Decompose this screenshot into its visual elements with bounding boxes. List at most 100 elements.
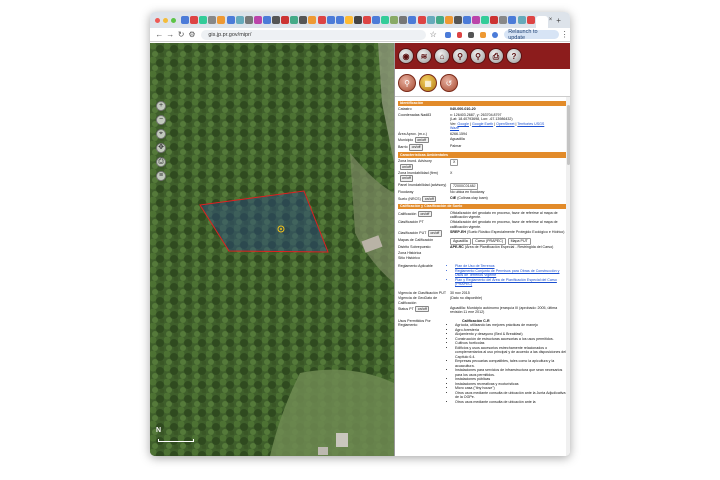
satellite-map[interactable]: + − ⌖ ✥ ⎙ ≡ N [150, 43, 394, 456]
print-map-button[interactable]: ⎙ [156, 157, 166, 167]
tab[interactable] [217, 16, 226, 24]
tab[interactable] [372, 16, 381, 24]
regl-link[interactable]: Plan y Reglamento del Área de Planificac… [455, 278, 567, 287]
profile-icon[interactable] [492, 31, 499, 38]
advisory-toggle[interactable]: on/off [399, 163, 414, 170]
extension-icon[interactable] [468, 31, 475, 38]
tab[interactable] [481, 16, 490, 24]
site-settings-icon[interactable]: ⚙ [186, 30, 197, 39]
tab[interactable] [235, 16, 244, 24]
waze-link[interactable]: Waze [450, 126, 459, 130]
zoom-search-icon[interactable]: ⚲ [470, 48, 486, 64]
extension-icon[interactable] [444, 31, 451, 38]
tab[interactable] [335, 16, 344, 24]
flood-panel-value[interactable]: 72000C0148J [450, 182, 479, 190]
identify-icon[interactable]: ⚲ [398, 73, 416, 92]
close-window-button[interactable] [155, 17, 160, 23]
tab[interactable] [408, 16, 417, 24]
tab[interactable] [317, 16, 326, 24]
layers-button[interactable]: ≡ [156, 171, 166, 181]
tab[interactable] [344, 16, 353, 24]
minimize-window-button[interactable] [163, 17, 168, 23]
tab[interactable] [208, 16, 217, 24]
tab[interactable] [499, 16, 508, 24]
tab[interactable] [299, 16, 308, 24]
tab[interactable] [290, 16, 299, 24]
map-aguadilla-button[interactable]: Aguadilla [450, 237, 471, 245]
measure-icon[interactable]: ⌂ [434, 48, 450, 64]
tab[interactable] [308, 16, 317, 24]
tab[interactable] [381, 16, 390, 24]
uso-item: Instalaciones para servicios de infraest… [455, 368, 567, 377]
usgs-link[interactable]: Territories USGS [517, 122, 544, 126]
extension-icon[interactable] [456, 31, 463, 38]
tab[interactable] [399, 16, 408, 24]
tab[interactable] [362, 16, 371, 24]
globe-icon[interactable]: ◉ [398, 48, 414, 64]
soil-toggle[interactable]: on/off [422, 195, 437, 203]
tab[interactable] [453, 16, 462, 24]
tab-active[interactable] [535, 16, 548, 28]
regl-link[interactable]: Reglamento Conjunto de Permisos para Obr… [455, 269, 567, 278]
barrio-toggle[interactable]: on/off [409, 144, 424, 151]
catastro-value: 040-000-010-20 [450, 107, 476, 112]
google-earth-link[interactable]: Google Earth [472, 122, 493, 126]
tab[interactable] [426, 16, 435, 24]
close-tab-icon[interactable]: × [549, 17, 553, 23]
municipio-toggle[interactable]: on/off [414, 136, 429, 144]
map-put-button[interactable]: Mapa PUT [507, 237, 531, 245]
pan-button[interactable]: ✥ [156, 143, 166, 153]
put-toggle[interactable]: on/off [427, 230, 442, 237]
tab[interactable] [444, 16, 453, 24]
address-bar[interactable]: gis.jp.pr.gov/mipr/ [201, 29, 426, 40]
tab[interactable] [517, 16, 526, 24]
report-icon[interactable]: ▦ [419, 73, 437, 92]
tab[interactable] [463, 16, 471, 24]
relaunch-button[interactable]: Relaunch to update [504, 29, 560, 41]
zoom-extent-button[interactable]: ⌖ [156, 129, 166, 139]
extension-icon[interactable] [480, 31, 487, 38]
tab[interactable] [435, 16, 444, 24]
google-link[interactable]: Google [457, 122, 469, 126]
clear-icon[interactable]: ↺ [440, 73, 458, 92]
scrollbar-thumb[interactable] [566, 105, 570, 165]
tab[interactable] [272, 16, 281, 24]
scrollbar[interactable] [566, 97, 570, 456]
tab[interactable] [244, 16, 253, 24]
map-carso-button[interactable]: Carso (PRAPEC) [472, 237, 507, 245]
tab[interactable] [508, 16, 517, 24]
tab[interactable] [417, 16, 426, 24]
tab[interactable] [253, 16, 262, 24]
calificacion-toggle[interactable]: on/off [417, 210, 432, 218]
search-icon[interactable]: ⚲ [452, 48, 468, 64]
tab[interactable] [490, 16, 499, 24]
tab[interactable] [472, 16, 481, 24]
tab[interactable] [199, 16, 208, 24]
tab[interactable] [526, 16, 535, 24]
tab[interactable] [326, 16, 335, 24]
print-icon[interactable]: ⎙ [488, 48, 504, 64]
openstreet-link[interactable]: OpenStreet [496, 122, 514, 126]
tab[interactable] [390, 16, 399, 24]
maximize-window-button[interactable] [171, 17, 176, 23]
tab[interactable] [190, 16, 199, 24]
scale-bar [158, 439, 194, 442]
forward-icon[interactable]: → [165, 30, 176, 39]
help-icon[interactable]: ? [506, 48, 522, 64]
tab[interactable] [281, 16, 290, 24]
tab[interactable] [353, 16, 362, 24]
status-toggle[interactable]: on/off [415, 305, 430, 313]
uso-item: Empresas pecuarias compatibles, tales co… [455, 359, 567, 368]
tab[interactable] [181, 16, 190, 24]
new-tab-button[interactable]: + [556, 16, 561, 25]
layers-icon[interactable]: ≋ [416, 48, 432, 64]
bookmark-star-icon[interactable]: ☆ [428, 30, 439, 39]
reload-icon[interactable]: ↻ [176, 30, 187, 39]
back-icon[interactable]: ← [154, 30, 165, 39]
menu-icon[interactable]: ⋮ [559, 30, 570, 39]
tab[interactable] [262, 16, 271, 24]
flood-zone-toggle[interactable]: on/off [399, 175, 414, 182]
zoom-in-button[interactable]: + [156, 101, 166, 111]
zoom-out-button[interactable]: − [156, 115, 166, 125]
tab[interactable] [226, 16, 235, 24]
